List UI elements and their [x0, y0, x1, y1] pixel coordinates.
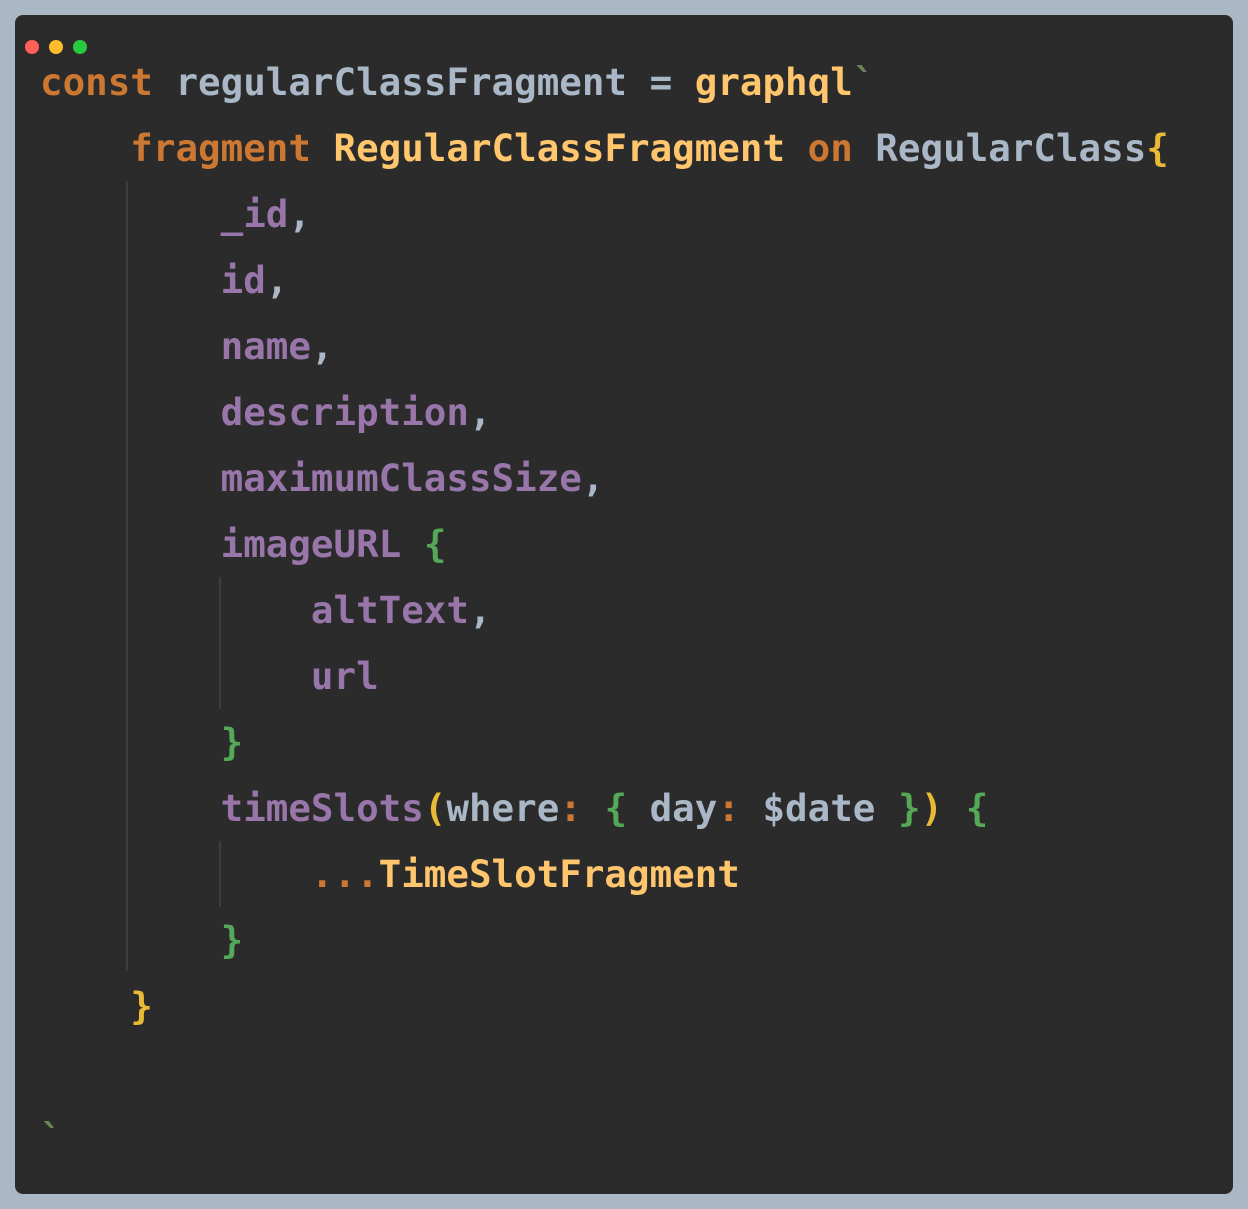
code-token: regularClassFragment = — [175, 60, 695, 104]
code-line: } — [40, 709, 244, 775]
code-token: altText — [40, 588, 469, 632]
code-token: _id — [40, 192, 289, 236]
code-token: { — [1146, 126, 1169, 170]
code-line: ` — [40, 1105, 63, 1171]
code-token: ... — [40, 852, 379, 896]
code-line: imageURL { — [40, 511, 447, 577]
code-token: const — [40, 60, 176, 104]
code-line: url — [40, 643, 379, 709]
code-token: day — [649, 786, 718, 830]
code-token: name — [40, 324, 311, 368]
code-line: const regularClassFragment = graphql` — [40, 49, 875, 115]
code-token: { — [965, 786, 989, 830]
code-token: , — [581, 456, 605, 500]
code-token: fragment — [40, 126, 334, 170]
code-line: id, — [40, 247, 289, 313]
code-line: description, — [40, 379, 492, 445]
code-token: } — [40, 720, 244, 764]
code-line: _id, — [40, 181, 311, 247]
code-token: ) — [920, 786, 966, 830]
code-token: } — [40, 918, 244, 962]
code-token: RegularClassFragment — [333, 126, 808, 170]
code-token: , — [265, 258, 289, 302]
code-token: graphql — [694, 60, 853, 104]
code-token: RegularClass — [875, 126, 1147, 170]
code-token: ( — [423, 786, 447, 830]
code-token: , — [468, 588, 492, 632]
code-token: : — [717, 786, 763, 830]
code-line: } — [40, 907, 244, 973]
code-token: maximumClassSize — [40, 456, 582, 500]
code-token: { — [604, 786, 650, 830]
code-token: description — [40, 390, 469, 434]
code-token: , — [468, 390, 492, 434]
code-token: timeSlots — [40, 786, 424, 830]
code-token: } — [40, 984, 153, 1028]
code-token: } — [897, 786, 921, 830]
code-line: ...TimeSlotFragment — [40, 841, 740, 907]
code-token: TimeSlotFragment — [378, 852, 740, 896]
code-token: , — [288, 192, 311, 236]
code-line: name, — [40, 313, 334, 379]
code-line: } — [40, 973, 153, 1039]
code-line: timeSlots(where: { day: $date }) { — [40, 775, 989, 841]
code-line: maximumClassSize, — [40, 445, 605, 511]
code-window: const regularClassFragment = graphql` fr… — [15, 15, 1233, 1194]
code-token: : — [559, 786, 605, 830]
code-token: $date — [762, 786, 898, 830]
code-token: id — [40, 258, 266, 302]
code-token: url — [40, 654, 379, 698]
code-token: { — [423, 522, 447, 566]
code-line: fragment RegularClassFragment on Regular… — [40, 115, 1169, 181]
code-token: imageURL — [40, 522, 424, 566]
code-editor[interactable]: const regularClassFragment = graphql` fr… — [15, 15, 1233, 1194]
code-token: ` — [40, 1116, 63, 1160]
code-token: on — [807, 126, 876, 170]
code-token: , — [310, 324, 334, 368]
code-token: where — [446, 786, 560, 830]
code-token: ` — [852, 60, 876, 104]
code-line: altText, — [40, 577, 492, 643]
